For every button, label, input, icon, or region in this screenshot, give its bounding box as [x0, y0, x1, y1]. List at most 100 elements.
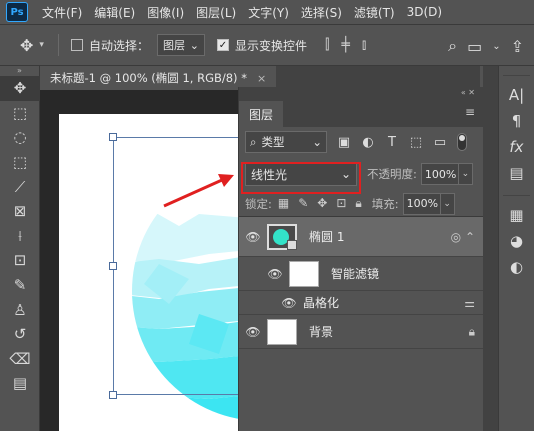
type-filter-icon[interactable]: T [385, 135, 399, 150]
workspace-icon[interactable]: ▭ [467, 37, 482, 56]
lock-icon: 🔒︎ [468, 324, 475, 338]
move-tool-icon[interactable]: ✥ [0, 76, 40, 101]
transform-handle[interactable] [109, 133, 117, 141]
lock-image-icon[interactable]: ✎ [298, 196, 308, 211]
lock-fill-row: 锁定: ▦ ✎ ✥ ⊡ 🔒︎ 填充: 100% ⌄ [239, 191, 483, 217]
lasso-tool-icon[interactable]: ◌ [0, 125, 40, 150]
chevron-down-icon: ⌄ [189, 38, 199, 52]
search-icon[interactable]: ⌕ [448, 36, 457, 56]
divider [503, 186, 530, 196]
red-arrow-annotation [163, 174, 234, 208]
document-canvas[interactable] [59, 114, 259, 431]
character-panel-icon[interactable]: A| [499, 82, 534, 108]
share-icon[interactable]: ⇪ [511, 37, 524, 56]
shape-filter-icon[interactable]: ⬚ [409, 135, 423, 150]
swatches-panel-icon[interactable]: ▦ [499, 202, 534, 228]
adjustment-filter-icon[interactable]: ◐ [361, 135, 375, 150]
layer-row-crystallize[interactable]: 👁︎ 晶格化 ⚌ [239, 291, 483, 315]
close-icon[interactable]: × [257, 72, 266, 85]
lock-artboard-icon[interactable]: ⊡ [336, 196, 346, 211]
opacity-input[interactable]: 100% [420, 163, 459, 185]
layer-thumbnail [267, 223, 297, 250]
pixel-filter-icon[interactable]: ▣ [337, 135, 351, 150]
chevron-down-icon[interactable]: ⌄ [440, 192, 455, 215]
filter-mask-thumbnail [289, 260, 319, 287]
align-center-icon[interactable]: ╪ [341, 37, 349, 53]
show-transform-checkbox[interactable]: ✓ [216, 39, 229, 51]
menu-layer[interactable]: 图层(L) [196, 4, 236, 21]
filter-type-dropdown[interactable]: ⌕ 类型 ⌄ [245, 131, 327, 153]
paragraph-panel-icon[interactable]: ¶ [499, 108, 534, 134]
layers-panel: « ✕ 图层 ≡ ⌕ 类型 ⌄ ▣ ◐ T ⬚ ▭ 线性光 ⌄ 不透明度: 10… [238, 87, 483, 431]
filter-toggle-icon[interactable] [457, 133, 467, 151]
auto-select-dropdown[interactable]: 图层 ⌄ [156, 34, 205, 56]
lock-transparency-icon[interactable]: ▦ [278, 196, 289, 211]
layer-filter-row: ⌕ 类型 ⌄ ▣ ◐ T ⬚ ▭ [239, 127, 483, 157]
marquee-tool-icon[interactable]: ⬚ [0, 101, 40, 126]
chevron-down-icon[interactable]: ▾ [39, 40, 44, 50]
align-left-icon[interactable]: ⫿ [325, 37, 329, 53]
menu-select[interactable]: 选择(S) [301, 4, 342, 21]
menu-bar: Ps 文件(F) 编辑(E) 图像(I) 图层(L) 文字(Y) 选择(S) 滤… [0, 0, 534, 24]
eye-icon[interactable]: 👁︎ [261, 267, 289, 281]
glyphs-panel-icon[interactable]: fx [499, 134, 534, 160]
document-tab-title: 未标题-1 @ 100% (椭圆 1, RGB/8) * [50, 71, 247, 85]
chevron-down-icon[interactable]: ⌄ [458, 163, 473, 185]
tools-panel: » ✥ ⬚ ◌ ⬚ ⟋ ⊠ ⟊ ⊡ ✎ ♙ ↺ ⌫ ▤ [0, 66, 40, 431]
lock-options: ▦ ✎ ✥ ⊡ 🔒︎ [278, 196, 362, 211]
panel-menu-icon[interactable]: ≡ [465, 105, 475, 119]
filter-options-icon[interactable]: ⚌ [464, 296, 475, 310]
collapse-icon[interactable] [503, 66, 530, 76]
move-tool-icon[interactable]: ✥ [20, 36, 33, 55]
smart-filter-icon[interactable]: ◎ ⌃ [451, 230, 475, 244]
fill-label: 填充: [371, 196, 399, 211]
layer-name: 晶格化 [303, 296, 340, 310]
layer-row-smart-filters[interactable]: 👁︎ 智能滤镜 [239, 257, 483, 291]
transform-handle[interactable] [109, 391, 117, 399]
menu-file[interactable]: 文件(F) [42, 4, 82, 21]
layers-panel-tabs: 图层 ≡ [239, 99, 483, 127]
tab-layers[interactable]: 图层 [239, 101, 284, 127]
eraser-tool-icon[interactable]: ⌫ [0, 347, 40, 372]
frame-tool-icon[interactable]: ⟊ [0, 224, 40, 249]
history-panel-icon[interactable]: ◐ [499, 254, 534, 280]
search-icon: ⌕ [250, 134, 257, 149]
eye-icon[interactable]: 👁︎ [239, 325, 267, 339]
history-brush-tool-icon[interactable]: ↺ [0, 322, 40, 347]
lock-position-icon[interactable]: ✥ [317, 196, 327, 211]
healing-tool-icon[interactable]: ⊡ [0, 248, 40, 273]
properties-panel-icon[interactable]: ▤ [499, 160, 534, 186]
object-select-tool-icon[interactable]: ⬚ [0, 150, 40, 175]
layer-name: 智能滤镜 [331, 267, 380, 281]
divider [57, 34, 59, 56]
eyedropper-tool-icon[interactable]: ⟋ [0, 174, 40, 199]
brush-tool-icon[interactable]: ✎ [0, 273, 40, 298]
lock-label: 锁定: [245, 196, 272, 211]
auto-select-label: 自动选择： [88, 38, 149, 53]
layer-row-ellipse[interactable]: 👁︎ 椭圆 1 ◎ ⌃ [239, 217, 483, 257]
menu-image[interactable]: 图像(I) [147, 4, 184, 21]
menu-filter[interactable]: 滤镜(T) [354, 4, 395, 21]
smart-object-filter-icon[interactable]: ▭ [433, 135, 447, 150]
auto-select-checkbox[interactable] [70, 39, 83, 51]
options-right-group: ⌕ ▭ ⌄ ⇪ [448, 25, 534, 67]
menu-type[interactable]: 文字(Y) [248, 4, 289, 21]
menu-3d[interactable]: 3D(D) [407, 5, 442, 19]
right-panel-strip: A| ¶ fx ▤ ▦ ◕ ◐ [498, 66, 534, 431]
color-panel-icon[interactable]: ◕ [499, 228, 534, 254]
layer-row-background[interactable]: 👁︎ 背景 🔒︎ [239, 315, 483, 349]
transform-handle[interactable] [109, 262, 117, 270]
crop-tool-icon[interactable]: ⊠ [0, 199, 40, 224]
fill-input[interactable]: 100% [402, 192, 441, 215]
gradient-tool-icon[interactable]: ▤ [0, 371, 40, 396]
eye-icon[interactable]: 👁︎ [239, 230, 267, 244]
menu-edit[interactable]: 编辑(E) [94, 4, 135, 21]
align-right-icon[interactable]: ⫾ [362, 37, 366, 53]
layer-name: 背景 [309, 325, 334, 339]
lock-all-icon[interactable]: 🔒︎ [355, 196, 361, 211]
collapse-icon[interactable]: « ✕ [239, 87, 483, 99]
stamp-tool-icon[interactable]: ♙ [0, 297, 40, 322]
collapse-icon[interactable]: » [0, 66, 39, 76]
chevron-down-icon[interactable]: ⌄ [492, 41, 500, 52]
eye-icon[interactable]: 👁︎ [279, 296, 299, 310]
